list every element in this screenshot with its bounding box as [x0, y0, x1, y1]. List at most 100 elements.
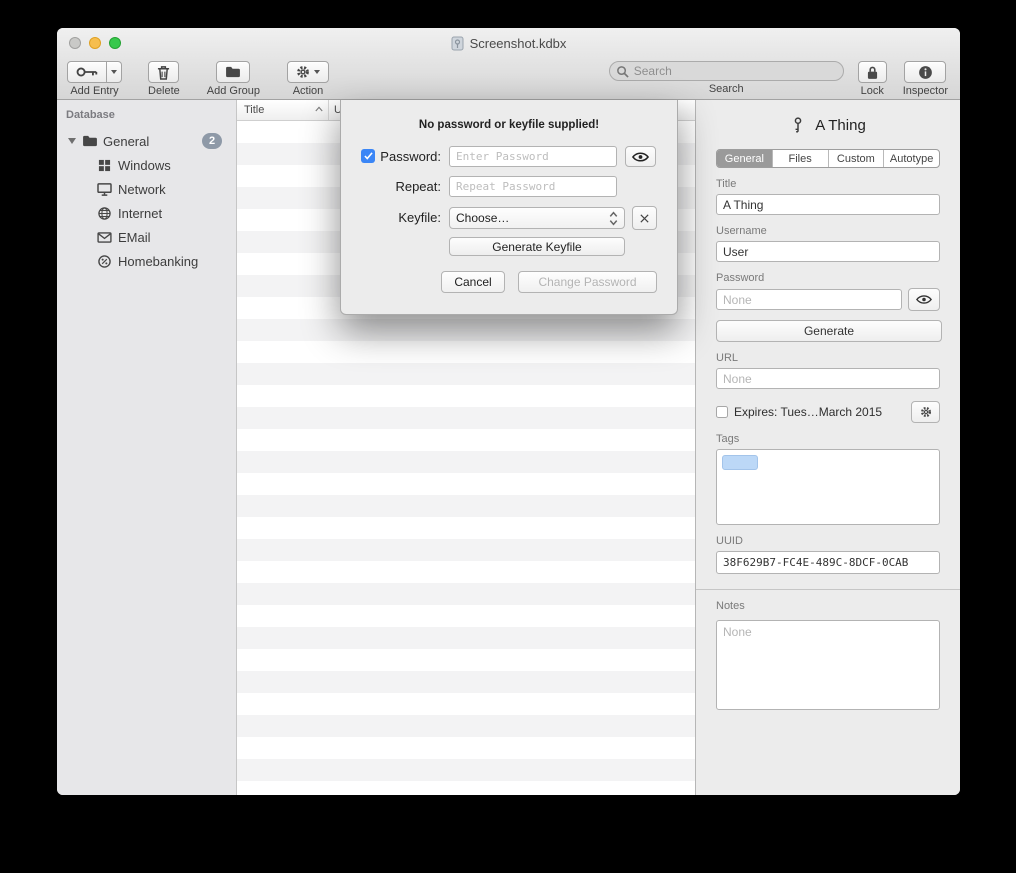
- tab-label: Autotype: [890, 153, 933, 165]
- lock-button[interactable]: [858, 61, 887, 83]
- sidebar-item-network[interactable]: Network: [57, 177, 236, 201]
- reveal-password-button[interactable]: [625, 146, 656, 167]
- zoom-button[interactable]: [109, 37, 121, 49]
- sidebar-item-label: Windows: [118, 158, 171, 173]
- eye-icon: [632, 152, 649, 162]
- envelope-icon: [96, 230, 113, 244]
- stepper-icon: [609, 211, 618, 226]
- username-field-label: Username: [716, 225, 940, 237]
- add-entry-dropdown-button[interactable]: [107, 61, 122, 83]
- change-password-button[interactable]: Change Password: [518, 271, 657, 293]
- check-icon: [364, 152, 373, 160]
- close-button[interactable]: [69, 37, 81, 49]
- inspector-panel: A Thing General Files Custom Autotype Ti…: [695, 100, 960, 795]
- url-field[interactable]: [716, 368, 940, 389]
- password-label: Password:: [377, 149, 441, 164]
- sidebar-item-label: EMail: [118, 230, 151, 245]
- reveal-password-button[interactable]: [908, 288, 940, 311]
- toolbar-label: Action: [293, 85, 324, 97]
- tab-custom[interactable]: Custom: [828, 150, 884, 167]
- entry-title: A Thing: [815, 117, 866, 134]
- uuid-label: UUID: [716, 535, 940, 547]
- folder-icon: [81, 134, 98, 148]
- password-checkbox[interactable]: [361, 149, 375, 163]
- keyfile-label: Keyfile:: [377, 210, 441, 225]
- tags-field[interactable]: [716, 449, 940, 525]
- keyfile-popup[interactable]: Choose…: [449, 207, 625, 229]
- sidebar-item-label: Homebanking: [118, 254, 198, 269]
- clear-keyfile-button[interactable]: [632, 206, 657, 230]
- disclosure-triangle-icon[interactable]: [66, 138, 78, 144]
- lock-icon: [867, 65, 878, 80]
- traffic-lights: [69, 37, 121, 49]
- password-field[interactable]: [716, 289, 902, 310]
- password-input[interactable]: [449, 146, 617, 167]
- search-input[interactable]: [609, 61, 844, 81]
- eye-icon: [916, 295, 932, 304]
- toolbar-label: Add Group: [207, 85, 260, 97]
- generate-keyfile-button[interactable]: Generate Keyfile: [449, 237, 625, 256]
- tab-label: General: [725, 153, 764, 165]
- delete-button[interactable]: [148, 61, 179, 83]
- toolbar-item-add-entry: Add Entry: [67, 61, 122, 97]
- tag-chip[interactable]: [722, 455, 758, 470]
- sidebar-item-label: Network: [118, 182, 166, 197]
- password-field-label: Password: [716, 272, 940, 284]
- inspector-divider: [696, 589, 960, 590]
- username-field[interactable]: [716, 241, 940, 262]
- sidebar-item-label: General: [103, 134, 149, 149]
- add-entry-button[interactable]: [67, 61, 107, 83]
- toolbar-label: Add Entry: [70, 85, 118, 97]
- minimize-button[interactable]: [89, 37, 101, 49]
- generate-password-button[interactable]: Generate: [716, 320, 942, 342]
- toolbar-item-delete: Delete: [148, 61, 180, 97]
- window-chrome: Screenshot.kdbx Add Entry: [57, 28, 960, 100]
- toolbar-item-inspector: Inspector: [903, 61, 948, 97]
- inspector-header: A Thing: [716, 112, 940, 138]
- expires-options-button[interactable]: [911, 401, 940, 423]
- sidebar-item-general[interactable]: General 2: [57, 129, 236, 153]
- tab-files[interactable]: Files: [772, 150, 828, 167]
- gear-icon: [296, 65, 310, 79]
- add-group-button[interactable]: [216, 61, 250, 83]
- chevron-down-icon: [314, 70, 320, 74]
- document-icon: [451, 36, 464, 51]
- repeat-input[interactable]: [449, 176, 617, 197]
- trash-icon: [157, 65, 170, 80]
- close-icon: [639, 213, 650, 224]
- notes-field[interactable]: [716, 620, 940, 710]
- sidebar-item-email[interactable]: EMail: [57, 225, 236, 249]
- toolbar-item-lock: Lock: [858, 61, 887, 97]
- uuid-field[interactable]: [716, 551, 940, 574]
- search-icon: [616, 65, 629, 78]
- inspector-button[interactable]: [904, 61, 946, 83]
- count-badge: 2: [202, 133, 222, 149]
- tab-label: Files: [789, 153, 812, 165]
- expires-checkbox[interactable]: [716, 406, 728, 418]
- window-title-text: Screenshot.kdbx: [470, 36, 567, 51]
- sidebar-item-windows[interactable]: Windows: [57, 153, 236, 177]
- window-title: Screenshot.kdbx: [57, 28, 960, 58]
- tab-general[interactable]: General: [717, 150, 772, 167]
- key-icon: [785, 117, 811, 133]
- url-field-label: URL: [716, 352, 940, 364]
- title-field[interactable]: [716, 194, 940, 215]
- sort-asc-icon: [315, 105, 323, 113]
- gear-icon: [920, 406, 932, 418]
- tab-autotype[interactable]: Autotype: [883, 150, 939, 167]
- action-button[interactable]: [287, 61, 329, 83]
- toolbar: Add Entry Delete Add Group: [57, 58, 960, 99]
- column-header-title[interactable]: Title: [237, 100, 328, 120]
- folder-add-icon: [225, 66, 241, 78]
- sidebar-item-internet[interactable]: Internet: [57, 201, 236, 225]
- toolbar-item-add-group: Add Group: [207, 61, 260, 97]
- toolbar-label: Delete: [148, 85, 180, 97]
- change-password-sheet: No password or keyfile supplied! Passwor…: [340, 100, 678, 315]
- computer-icon: [96, 182, 113, 196]
- inspector-tabs: General Files Custom Autotype: [716, 149, 940, 168]
- sidebar-item-homebanking[interactable]: Homebanking: [57, 249, 236, 273]
- column-header-label: Title: [244, 104, 264, 116]
- info-icon: [918, 65, 933, 80]
- cancel-button[interactable]: Cancel: [441, 271, 505, 293]
- toolbar-label: Lock: [861, 85, 884, 97]
